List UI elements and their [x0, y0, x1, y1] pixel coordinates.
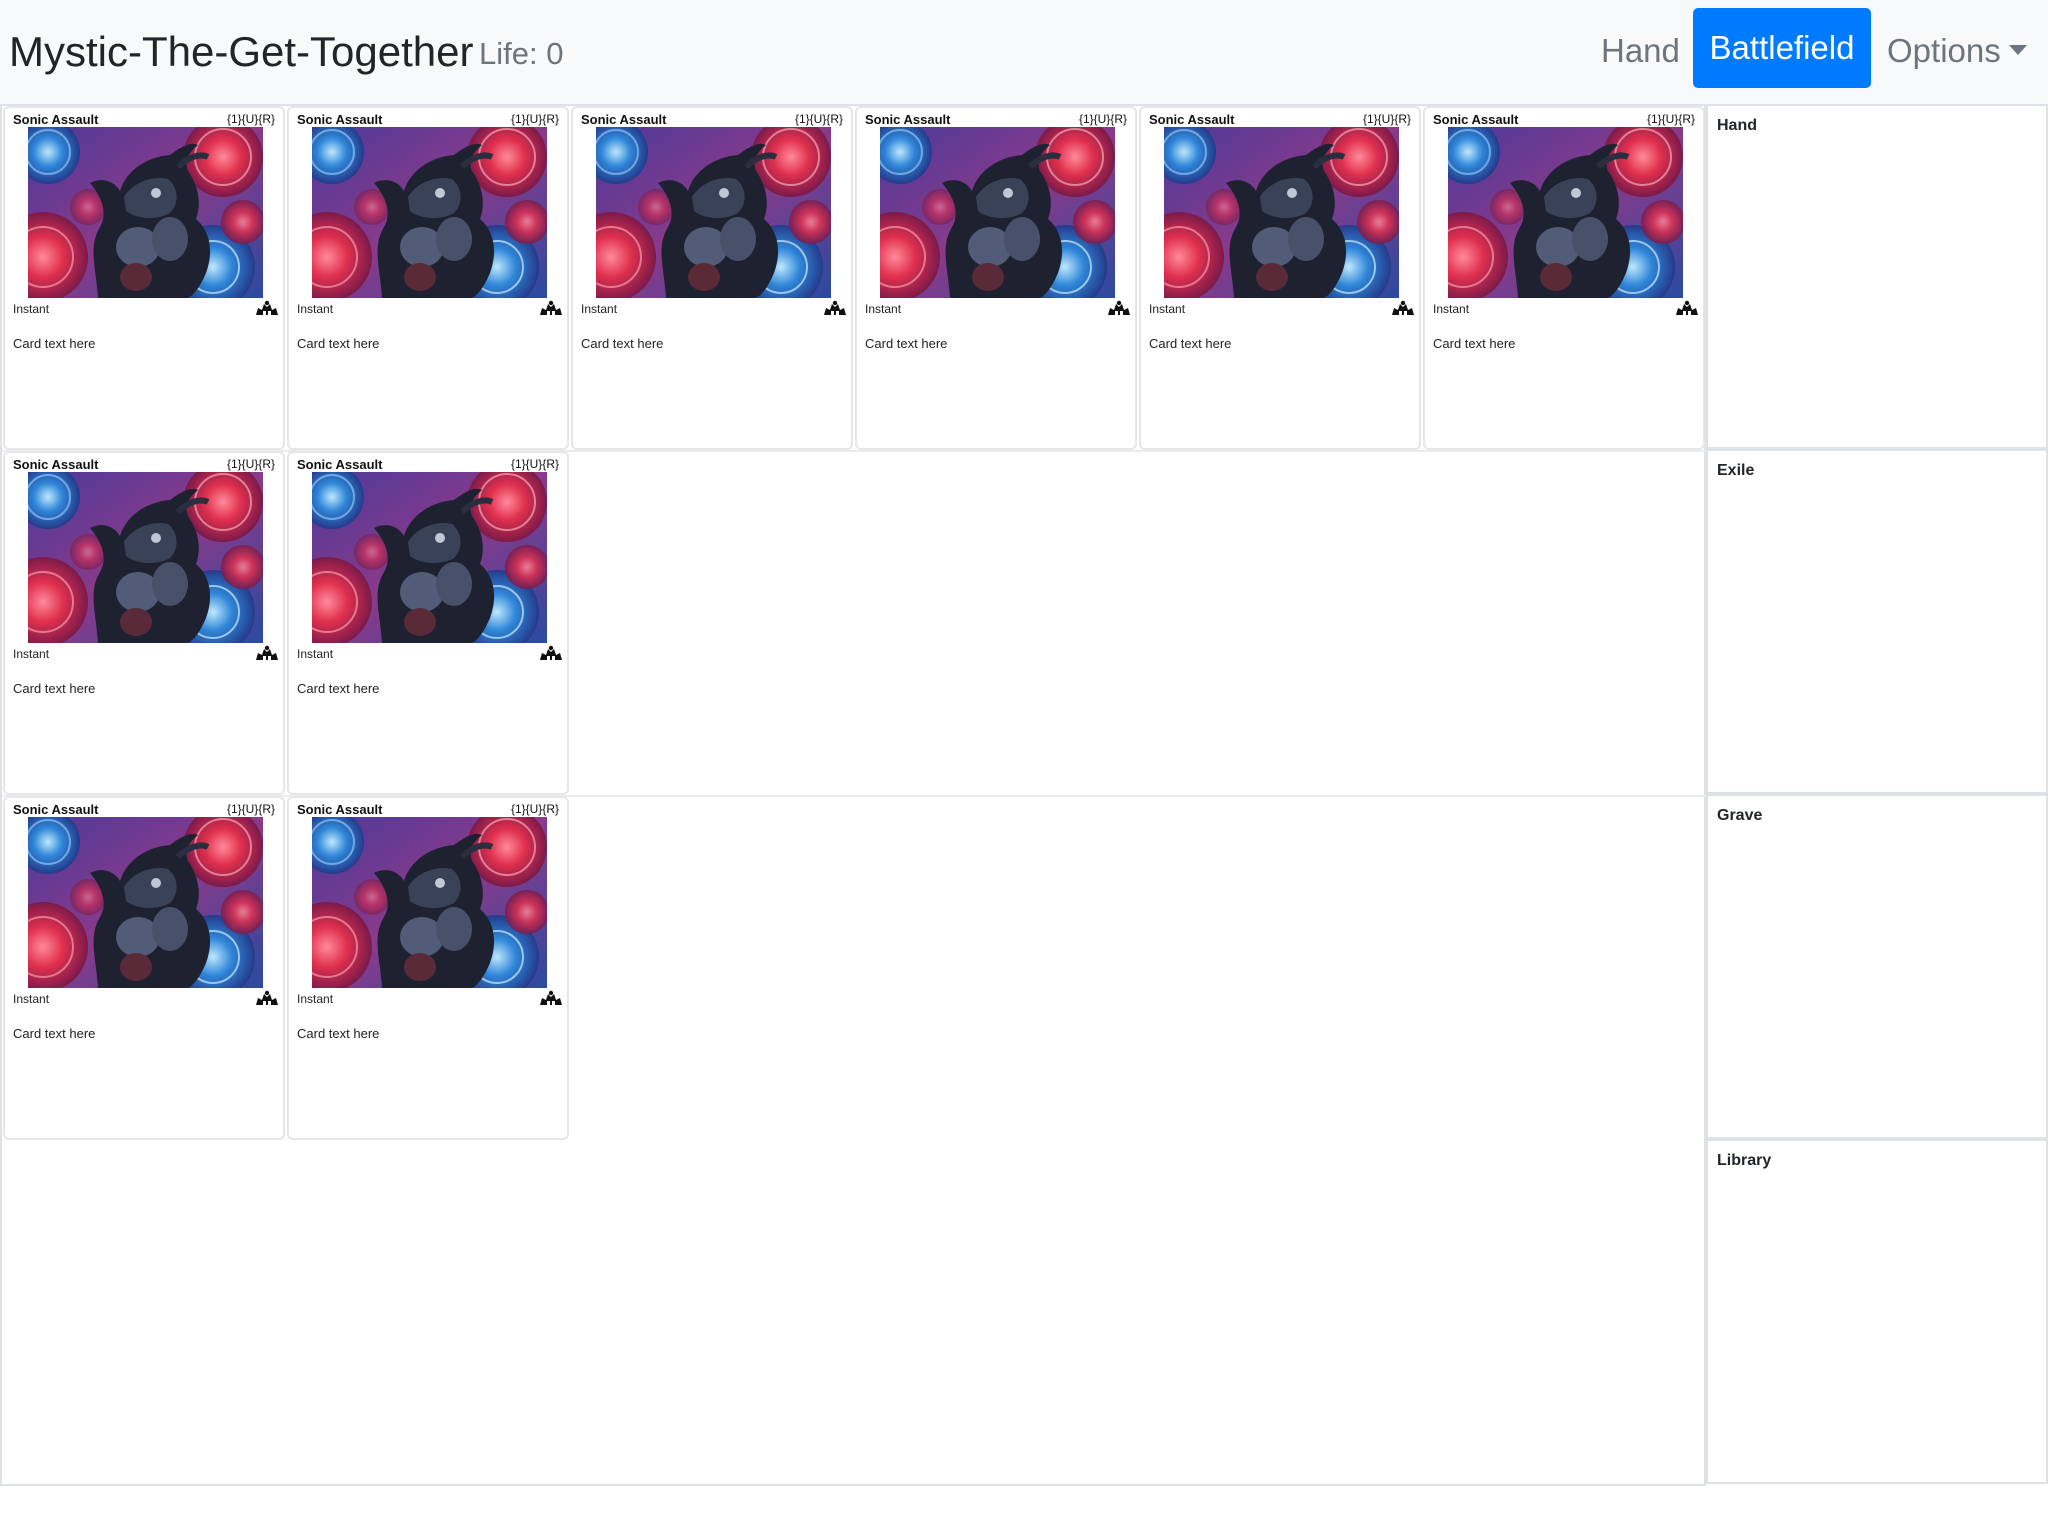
card-type-line: Instant: [297, 302, 334, 316]
set-symbol-icon: [824, 300, 846, 315]
card-type-line: Instant: [13, 302, 50, 316]
card-rules-text: Card text here: [297, 336, 380, 351]
card-type-line: Instant: [865, 302, 902, 316]
card-2-1[interactable]: Sonic Assault {1}{U}{R} Instant Card tex…: [3, 451, 285, 795]
card-type-line: Instant: [1433, 302, 1470, 316]
card-3-1[interactable]: Sonic Assault {1}{U}{R} Instant Card tex…: [3, 796, 285, 1140]
set-symbol-icon: [540, 300, 562, 315]
card-name: Sonic Assault: [297, 112, 383, 127]
zone-title: Hand: [1717, 117, 1757, 134]
app-title[interactable]: Mystic-The-Get-Together: [9, 24, 473, 80]
card-rules-text: Card text here: [13, 1026, 96, 1041]
card-type-line: Instant: [581, 302, 618, 316]
card-art-image: [312, 472, 547, 643]
card-name: Sonic Assault: [581, 112, 667, 127]
zones-panel: Hand Exile Grave Library: [1706, 104, 2048, 1486]
card-1-1[interactable]: Sonic Assault {1}{U}{R} Instant Card tex…: [3, 106, 285, 450]
card-rules-text: Card text here: [297, 1026, 380, 1041]
nav-options-dropdown[interactable]: Options: [1887, 28, 2027, 74]
card-name: Sonic Assault: [1149, 112, 1235, 127]
card-name: Sonic Assault: [13, 457, 99, 472]
card-name: Sonic Assault: [297, 457, 383, 472]
card-mana-cost: {1}{U}{R}: [226, 802, 275, 816]
card-mana-cost: {1}{U}{R}: [1646, 112, 1695, 126]
card-art-image: [28, 817, 263, 988]
card-rules-text: Card text here: [13, 336, 96, 351]
card-mana-cost: {1}{U}{R}: [1362, 112, 1411, 126]
card-3-2[interactable]: Sonic Assault {1}{U}{R} Instant Card tex…: [287, 796, 569, 1140]
zone-title: Exile: [1717, 462, 1755, 479]
card-name: Sonic Assault: [13, 112, 99, 127]
set-symbol-icon: [256, 990, 278, 1005]
card-art-image: [880, 127, 1115, 298]
card-art-image: [28, 127, 263, 298]
card-type-line: Instant: [297, 992, 334, 1006]
card-1-2[interactable]: Sonic Assault {1}{U}{R} Instant Card tex…: [287, 106, 569, 450]
card-1-6[interactable]: Sonic Assault {1}{U}{R} Instant Card tex…: [1423, 106, 1705, 450]
navbar: Mystic-The-Get-Together Life: 0 Hand Bat…: [0, 0, 2048, 104]
card-name: Sonic Assault: [297, 802, 383, 817]
nav-battlefield-link[interactable]: Battlefield: [1693, 8, 1871, 88]
card-name: Sonic Assault: [865, 112, 951, 127]
card-rules-text: Card text here: [581, 336, 664, 351]
zone-title: Grave: [1717, 807, 1763, 824]
card-rules-text: Card text here: [1433, 336, 1516, 351]
card-rules-text: Card text here: [1149, 336, 1232, 351]
card-art-image: [312, 817, 547, 988]
card-mana-cost: {1}{U}{R}: [510, 112, 559, 126]
card-name: Sonic Assault: [13, 802, 99, 817]
set-symbol-icon: [540, 645, 562, 660]
battlefield-area: Sonic Assault {1}{U}{R} Instant Card tex…: [0, 104, 1708, 1486]
card-1-5[interactable]: Sonic Assault {1}{U}{R} Instant Card tex…: [1139, 106, 1421, 450]
set-symbol-icon: [1676, 300, 1698, 315]
card-rules-text: Card text here: [865, 336, 948, 351]
card-art-image: [1448, 127, 1683, 298]
card-art-image: [28, 472, 263, 643]
card-name: Sonic Assault: [1433, 112, 1519, 127]
zone-library[interactable]: Library: [1706, 1139, 2048, 1484]
card-type-line: Instant: [13, 992, 50, 1006]
zone-hand[interactable]: Hand: [1706, 104, 2048, 449]
zone-grave[interactable]: Grave: [1706, 794, 2048, 1139]
card-mana-cost: {1}{U}{R}: [794, 112, 843, 126]
card-mana-cost: {1}{U}{R}: [1078, 112, 1127, 126]
card-art-image: [312, 127, 547, 298]
card-art-image: [596, 127, 831, 298]
card-art-image: [1164, 127, 1399, 298]
card-rules-text: Card text here: [297, 681, 380, 696]
card-mana-cost: {1}{U}{R}: [226, 112, 275, 126]
set-symbol-icon: [1392, 300, 1414, 315]
options-label: Options: [1887, 32, 2001, 69]
nav-hand-link[interactable]: Hand: [1601, 28, 1680, 74]
card-type-line: Instant: [13, 647, 50, 661]
card-rules-text: Card text here: [13, 681, 96, 696]
card-2-2[interactable]: Sonic Assault {1}{U}{R} Instant Card tex…: [287, 451, 569, 795]
card-type-line: Instant: [1149, 302, 1186, 316]
card-type-line: Instant: [297, 647, 334, 661]
card-mana-cost: {1}{U}{R}: [510, 457, 559, 471]
life-counter: Life: 0: [479, 36, 564, 71]
card-mana-cost: {1}{U}{R}: [226, 457, 275, 471]
card-1-4[interactable]: Sonic Assault {1}{U}{R} Instant Card tex…: [855, 106, 1137, 450]
set-symbol-icon: [540, 990, 562, 1005]
zone-exile[interactable]: Exile: [1706, 449, 2048, 794]
caret-down-icon: [2008, 45, 2027, 56]
set-symbol-icon: [256, 300, 278, 315]
card-mana-cost: {1}{U}{R}: [510, 802, 559, 816]
card-1-3[interactable]: Sonic Assault {1}{U}{R} Instant Card tex…: [571, 106, 853, 450]
set-symbol-icon: [1108, 300, 1130, 315]
zone-title: Library: [1717, 1152, 1772, 1169]
set-symbol-icon: [256, 645, 278, 660]
